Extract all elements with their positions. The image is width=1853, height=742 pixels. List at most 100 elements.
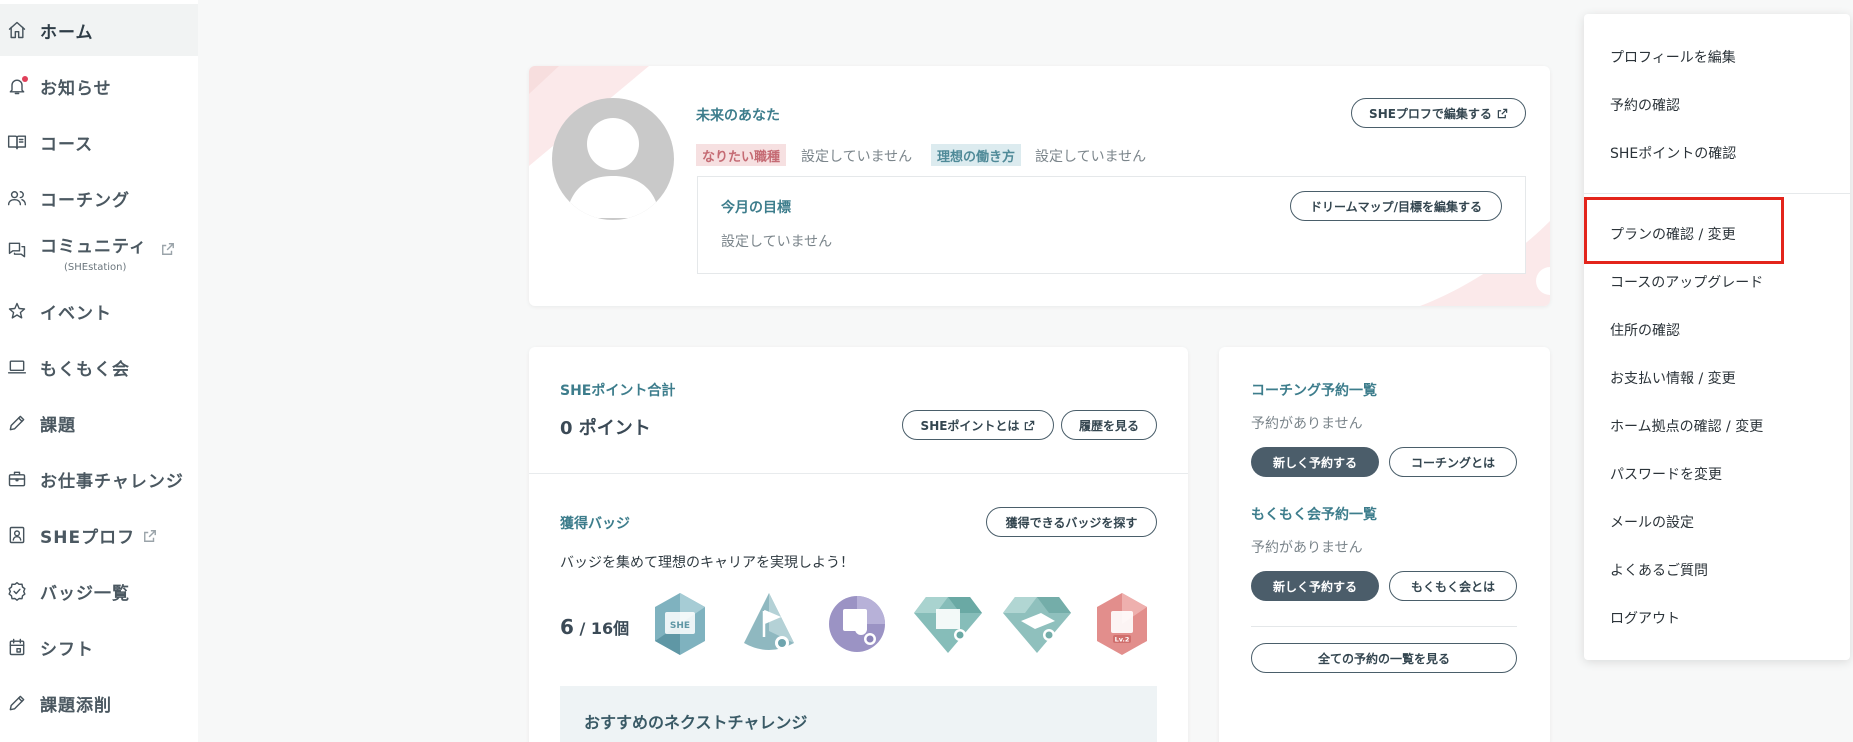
- menu-divider: [1584, 193, 1850, 194]
- badge-icon: [6, 580, 28, 602]
- book-gem-badge-icon[interactable]: [912, 591, 984, 657]
- notification-dot: [22, 76, 28, 82]
- new-coaching-reservation-button[interactable]: 新しく予約する: [1251, 447, 1379, 477]
- badge-count-number: 6: [560, 615, 574, 639]
- avatar[interactable]: [552, 98, 674, 220]
- sidebar-item-she-profile[interactable]: SHEプロフ: [0, 509, 198, 561]
- users-icon: [6, 187, 28, 209]
- laptop-icon: [6, 356, 28, 378]
- menu-item-payment[interactable]: お支払い情報 / 変更: [1610, 368, 1736, 388]
- flag-badge-icon[interactable]: [740, 591, 798, 657]
- external-link-icon: [1497, 108, 1508, 118]
- menu-item-logout[interactable]: ログアウト: [1610, 608, 1680, 628]
- sidebar: ホーム お知らせ コース コーチング コミュニティ (SHEstation) イ…: [0, 0, 198, 742]
- sidebar-item-mokumoku[interactable]: もくもく会: [0, 341, 198, 393]
- sidebar-item-assignment[interactable]: 課題: [0, 397, 198, 449]
- pencil-icon: [6, 692, 28, 714]
- job-value: 設定していません: [801, 149, 913, 165]
- edit-dream-map-button[interactable]: ドリームマップ/目標を編集する: [1290, 191, 1502, 221]
- sidebar-item-label: もくもく会: [40, 359, 130, 380]
- goal-value: 設定していません: [721, 234, 833, 250]
- profile-card-icon: [6, 524, 28, 546]
- points-value: 0 ポイント: [560, 418, 651, 439]
- external-link-icon: [143, 528, 157, 542]
- level-badge-text: Lv.2: [1115, 636, 1130, 644]
- badges-title: 獲得バッジ: [560, 516, 630, 532]
- sidebar-item-label: コース: [40, 134, 94, 155]
- sidebar-item-badges[interactable]: バッジ一覧: [0, 565, 198, 617]
- sidebar-item-label: ホーム: [40, 22, 94, 43]
- menu-item-address[interactable]: 住所の確認: [1610, 320, 1680, 340]
- menu-item-edit-profile[interactable]: プロフィールを編集: [1610, 47, 1736, 67]
- edit-she-profile-button[interactable]: SHEプロフで編集する: [1351, 98, 1526, 128]
- menu-item-mail-settings[interactable]: メールの設定: [1610, 512, 1694, 532]
- account-dropdown-menu: プロフィールを編集 予約の確認 SHEポイントの確認 プランの確認 / 変更 コ…: [1584, 14, 1850, 660]
- all-reservations-button[interactable]: 全ての予約の一覧を見る: [1251, 643, 1517, 673]
- sidebar-item-job-challenge[interactable]: お仕事チャレンジ: [0, 453, 198, 505]
- she-badge-text: SHE: [670, 621, 690, 631]
- calendar-person-badge-icon[interactable]: [828, 591, 886, 657]
- book-icon: [6, 131, 28, 153]
- button-label: SHEポイントとは: [920, 418, 1020, 433]
- menu-item-she-points[interactable]: SHEポイントの確認: [1610, 143, 1736, 163]
- job-tag: なりたい職種: [696, 144, 787, 166]
- sidebar-item-label: シフト: [40, 639, 94, 660]
- sidebar-item-label: バッジ一覧: [40, 583, 130, 604]
- point-history-button[interactable]: 履歴を見る: [1061, 410, 1157, 440]
- community-subtitle: (SHEstation): [64, 262, 127, 273]
- briefcase-icon: [6, 468, 28, 490]
- mokumoku-about-button[interactable]: もくもく会とは: [1389, 571, 1517, 601]
- menu-item-reservations[interactable]: 予約の確認: [1610, 95, 1680, 115]
- sidebar-item-label: お知らせ: [40, 78, 112, 99]
- external-link-icon: [1025, 420, 1035, 430]
- profile-card: 未来のあなた SHEプロフで編集する なりたい職種 設定していません 理想の働き…: [529, 66, 1550, 306]
- mokumoku-title: もくもく会予約一覧: [1251, 507, 1377, 523]
- sidebar-item-home[interactable]: ホーム: [0, 4, 198, 56]
- sidebar-item-label: 課題: [40, 415, 76, 436]
- level-two-badge-icon[interactable]: Lv.2: [1093, 591, 1151, 657]
- coaching-about-button[interactable]: コーチングとは: [1389, 447, 1517, 477]
- she-badge-icon[interactable]: SHE: [651, 591, 709, 657]
- badge-count-total: / 16個: [573, 619, 630, 638]
- divider: [529, 473, 1188, 474]
- goal-title: 今月の目標: [721, 200, 791, 216]
- sidebar-item-label: SHEプロフ: [40, 527, 136, 548]
- work-style-value: 設定していません: [1035, 149, 1147, 165]
- she-point-about-button[interactable]: SHEポイントとは: [902, 410, 1054, 440]
- badges-description: バッジを集めて理想のキャリアを実現しよう！: [560, 555, 854, 571]
- bell-icon: [6, 75, 28, 97]
- coaching-empty: 予約がありません: [1251, 416, 1363, 432]
- sidebar-item-notifications[interactable]: お知らせ: [0, 60, 198, 112]
- star-icon: [6, 300, 28, 322]
- pencil-icon: [6, 412, 28, 434]
- home-icon: [6, 19, 28, 41]
- sidebar-item-shift[interactable]: シフト: [0, 621, 198, 673]
- button-label: SHEプロフで編集する: [1369, 106, 1492, 121]
- sidebar-item-assignment-review[interactable]: 課題添削: [0, 677, 198, 729]
- menu-item-home-base[interactable]: ホーム拠点の確認 / 変更: [1610, 416, 1763, 436]
- profile-title: 未来のあなた: [696, 108, 780, 124]
- sidebar-item-label: コーチング: [40, 190, 130, 211]
- laptop-gem-badge-icon[interactable]: [1001, 591, 1073, 657]
- calendar-icon: [6, 636, 28, 658]
- divider: [1251, 626, 1517, 627]
- menu-item-faq[interactable]: よくあるご質問: [1610, 560, 1708, 580]
- default-user-icon: [566, 118, 660, 218]
- mokumoku-empty: 予約がありません: [1251, 540, 1363, 556]
- sidebar-item-label: イベント: [40, 303, 112, 324]
- next-challenge-box: おすすめのネクストチャレンジ: [560, 686, 1157, 742]
- external-link-icon: [161, 241, 175, 255]
- menu-item-password[interactable]: パスワードを変更: [1610, 464, 1722, 484]
- find-badges-button[interactable]: 獲得できるバッジを探す: [986, 507, 1157, 537]
- highlight-box: [1584, 197, 1784, 264]
- reservations-card: コーチング予約一覧 予約がありません 新しく予約する コーチングとは もくもく会…: [1219, 347, 1550, 742]
- sidebar-item-label: コミュニティ: [40, 236, 147, 257]
- sidebar-item-event[interactable]: イベント: [0, 285, 198, 337]
- sidebar-item-coaching[interactable]: コーチング: [0, 172, 198, 224]
- new-mokumoku-reservation-button[interactable]: 新しく予約する: [1251, 571, 1379, 601]
- menu-item-course-upgrade[interactable]: コースのアップグレード: [1610, 272, 1763, 292]
- badge-count: 6 / 16個: [560, 615, 629, 639]
- coaching-title: コーチング予約一覧: [1251, 383, 1377, 399]
- sidebar-item-course[interactable]: コース: [0, 116, 198, 168]
- monthly-goal-box: 今月の目標 ドリームマップ/目標を編集する 設定していません: [697, 176, 1526, 274]
